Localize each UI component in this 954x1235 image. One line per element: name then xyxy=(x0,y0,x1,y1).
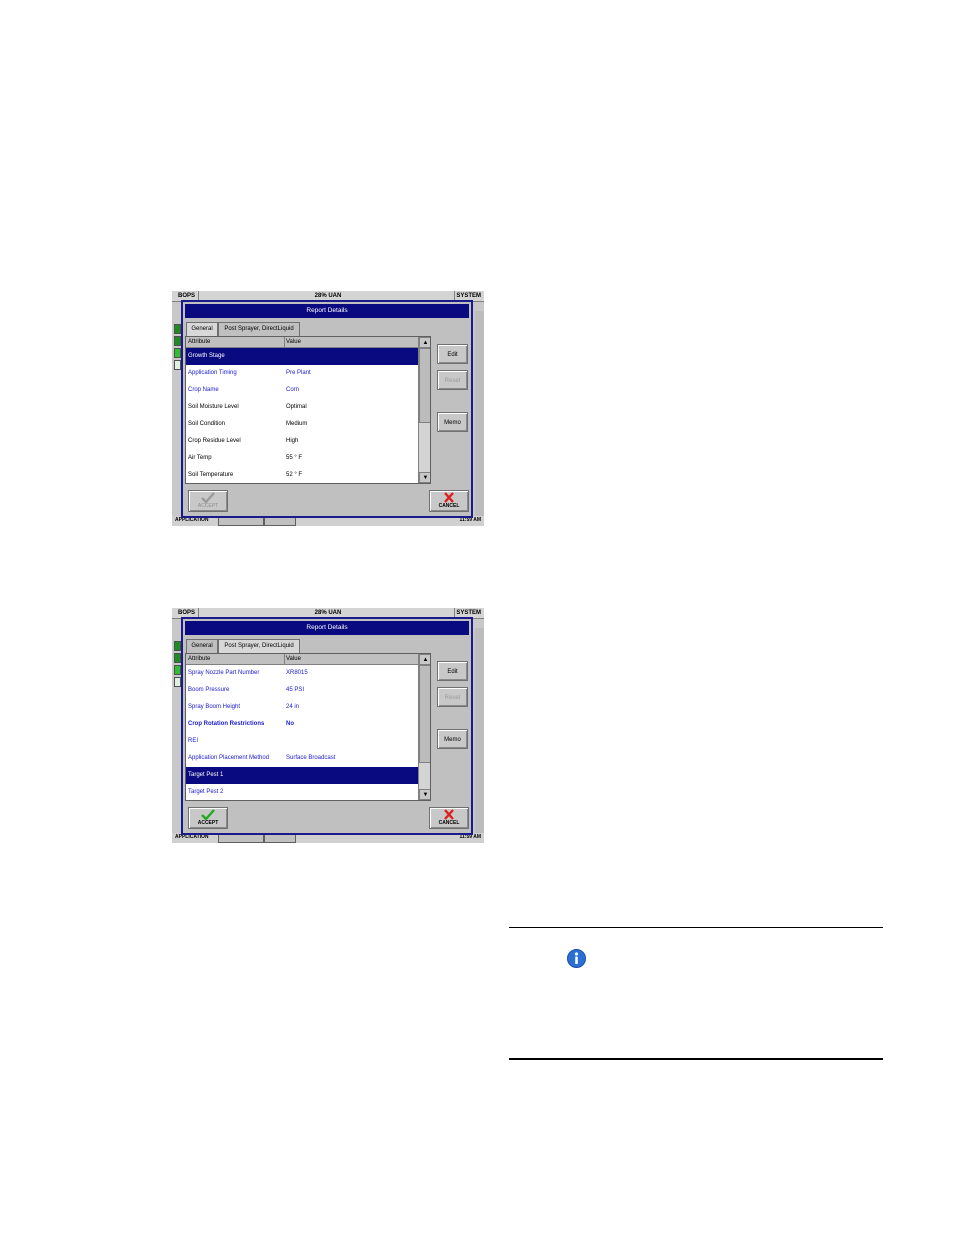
list-row[interactable]: Target Pest 2 xyxy=(186,784,418,800)
reset-button[interactable]: Reset xyxy=(437,687,468,707)
dialog-title: Report Details xyxy=(185,304,469,318)
list-scrollbar[interactable]: ▲ ▼ xyxy=(418,337,430,483)
background-panel-edge xyxy=(475,628,484,834)
note-bottom-rule xyxy=(509,1058,883,1060)
list-row[interactable]: Air Temp 55 ° F xyxy=(186,450,418,467)
list-row[interactable]: Target Pest 1 xyxy=(186,767,418,784)
column-attribute[interactable]: Attribute xyxy=(188,337,285,347)
list-header: Attribute Value xyxy=(186,337,418,348)
cancel-label: CANCEL xyxy=(438,503,460,509)
accept-button[interactable]: ACCEPT xyxy=(188,490,228,512)
list-row[interactable]: Crop Residue Level High xyxy=(186,433,418,450)
accept-label: ACCEPT xyxy=(197,503,219,509)
check-icon xyxy=(201,809,215,820)
report-details-dialog: Report Details General Post Sprayer, Dir… xyxy=(181,617,473,835)
background-indicators xyxy=(174,641,181,689)
list-row[interactable]: Soil Moisture Level Optimal xyxy=(186,399,418,416)
list-scrollbar[interactable]: ▲ ▼ xyxy=(418,654,430,800)
column-value[interactable]: Value xyxy=(286,337,301,347)
scroll-up-icon[interactable]: ▲ xyxy=(419,654,430,665)
list-row[interactable]: Spray Nozzle Part Number XR8015 xyxy=(186,665,418,682)
list-row[interactable]: Soil Temperature 52 ° F xyxy=(186,467,418,483)
list-header: Attribute Value xyxy=(186,654,418,665)
scroll-down-icon[interactable]: ▼ xyxy=(419,472,430,483)
list-row[interactable]: Spray Boom Height 24 in xyxy=(186,699,418,716)
column-attribute[interactable]: Attribute xyxy=(188,654,285,664)
screenshot-post-sprayer-tab: BOPS 28% UAN SYSTEM APPLICATION 11:59 AM… xyxy=(172,608,484,843)
cancel-button[interactable]: CANCEL xyxy=(429,490,469,512)
list-row[interactable]: Boom Pressure 45 PSI xyxy=(186,682,418,699)
edit-button[interactable]: Edit xyxy=(437,344,468,364)
note-top-rule xyxy=(509,927,883,928)
tab-post-sprayer[interactable]: Post Sprayer, DirectLiquid xyxy=(218,639,300,654)
accept-button[interactable]: ACCEPT xyxy=(188,807,228,829)
reset-button[interactable]: Reset xyxy=(437,370,468,390)
scroll-thumb[interactable] xyxy=(419,348,430,423)
scroll-up-icon[interactable]: ▲ xyxy=(419,337,430,348)
attribute-list: Attribute Value Growth Stage Application… xyxy=(185,336,431,484)
column-value[interactable]: Value xyxy=(286,654,301,664)
list-row[interactable]: REI xyxy=(186,733,418,750)
scroll-down-icon[interactable]: ▼ xyxy=(419,789,430,800)
x-icon xyxy=(444,809,454,820)
tab-general[interactable]: General xyxy=(186,639,218,653)
attribute-list: Attribute Value Spray Nozzle Part Number… xyxy=(185,653,431,801)
tab-post-sprayer[interactable]: Post Sprayer, DirectLiquid xyxy=(218,322,300,336)
dialog-title: Report Details xyxy=(185,621,469,635)
list-row[interactable]: Crop Rotation Restrictions No xyxy=(186,716,418,733)
list-row[interactable]: Growth Stage xyxy=(186,348,418,365)
list-row[interactable]: Crop Name Corn xyxy=(186,382,418,399)
accept-label: ACCEPT xyxy=(197,820,219,826)
screenshot-general-tab: BOPS 28% UAN SYSTEM APPLICATION 11:59 AM… xyxy=(172,291,484,526)
background-panel-edge xyxy=(475,311,484,517)
memo-button[interactable]: Memo xyxy=(437,729,468,749)
list-row[interactable]: Soil Condition Medium xyxy=(186,416,418,433)
cancel-button[interactable]: CANCEL xyxy=(429,807,469,829)
edit-button[interactable]: Edit xyxy=(437,661,468,681)
cancel-label: CANCEL xyxy=(438,820,460,826)
list-row[interactable]: Application Placement Method Surface Broa… xyxy=(186,750,418,767)
scroll-thumb[interactable] xyxy=(419,665,430,763)
report-details-dialog: Report Details General Post Sprayer, Dir… xyxy=(181,300,473,518)
background-indicators xyxy=(174,324,181,372)
list-row[interactable]: Application Timing Pre Plant xyxy=(186,365,418,382)
memo-button[interactable]: Memo xyxy=(437,412,468,432)
info-icon xyxy=(567,949,586,968)
x-icon xyxy=(444,492,454,503)
tab-general[interactable]: General xyxy=(186,322,218,337)
check-icon xyxy=(201,492,215,503)
